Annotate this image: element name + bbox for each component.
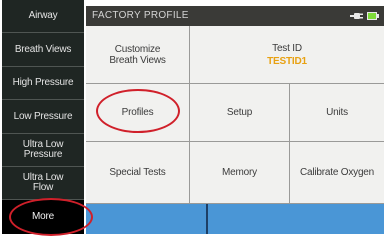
status-icons xyxy=(350,11,380,21)
memory-label: Memory xyxy=(222,167,257,178)
units-button[interactable]: Units xyxy=(290,84,384,142)
setup-label: Setup xyxy=(226,107,253,118)
bottom-bar-divider xyxy=(206,204,208,234)
battery-icon xyxy=(367,12,377,20)
test-id-label: Test ID xyxy=(272,42,302,54)
bottom-bar xyxy=(86,204,384,234)
memory-button[interactable]: Memory xyxy=(190,142,290,204)
sidebar-item-ultra-low-flow[interactable]: Ultra Low Flow xyxy=(2,167,84,200)
special-tests-label: Special Tests xyxy=(109,167,166,178)
test-id-button[interactable]: Test ID TESTID1 xyxy=(190,26,384,84)
calibrate-oxygen-button[interactable]: Calibrate Oxygen xyxy=(290,142,384,204)
units-label: Units xyxy=(326,107,348,118)
sidebar-item-low-pressure[interactable]: Low Pressure xyxy=(2,100,84,134)
customize-breath-views-label: Customize Breath Views xyxy=(109,43,166,66)
profiles-highlight-ring xyxy=(96,89,180,133)
sidebar-item-ultra-low-pressure[interactable]: Ultra Low Pressure xyxy=(2,134,84,167)
calibrate-oxygen-label: Calibrate Oxygen xyxy=(299,167,375,178)
page-title: FACTORY PROFILE xyxy=(92,10,189,21)
more-highlight-ring xyxy=(9,198,93,236)
test-id-value: TESTID1 xyxy=(267,55,307,67)
customize-breath-views-button[interactable]: Customize Breath Views xyxy=(86,26,190,84)
sidebar-item-high-pressure[interactable]: High Pressure xyxy=(2,67,84,100)
header-bar: FACTORY PROFILE xyxy=(86,6,384,26)
plug-icon xyxy=(350,13,363,19)
device-screen: Airway Breath Views High Pressure Low Pr… xyxy=(0,0,384,240)
setup-button[interactable]: Setup xyxy=(190,84,290,142)
special-tests-button[interactable]: Special Tests xyxy=(86,142,190,204)
battery-tip xyxy=(377,14,379,18)
sidebar-item-airway[interactable]: Airway xyxy=(2,0,84,33)
sidebar-item-breath-views[interactable]: Breath Views xyxy=(2,33,84,67)
